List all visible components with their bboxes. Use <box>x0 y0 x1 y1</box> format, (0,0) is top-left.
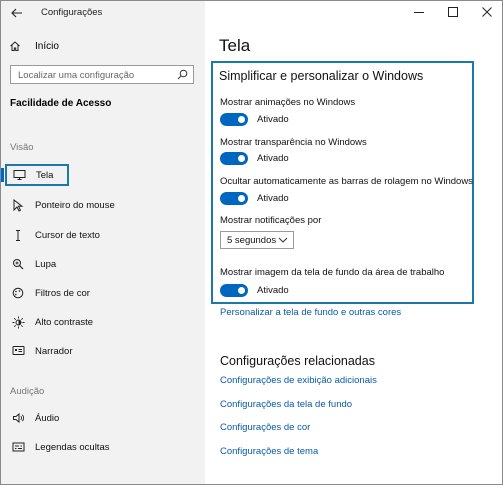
minimize-button[interactable] <box>402 1 436 23</box>
related-settings-title: Configurações relacionadas <box>220 354 375 368</box>
monitor-icon <box>11 167 27 183</box>
search-icon <box>177 69 188 80</box>
close-button[interactable] <box>470 1 502 23</box>
scrollbars-toggle[interactable] <box>220 192 248 205</box>
mouse-pointer-icon <box>10 197 26 213</box>
captions-icon <box>10 439 26 455</box>
section-title: Facilidade de Acesso <box>10 98 112 109</box>
related-link[interactable]: Configurações da tela de fundo <box>220 399 352 410</box>
sidebar-item-label: Tela <box>36 169 54 181</box>
scrollbars-toggle-row: Ativado <box>220 192 289 205</box>
sidebar-item-label: Áudio <box>35 412 60 424</box>
sidebar-item-cursor-de-texto[interactable]: Cursor de texto <box>4 224 200 246</box>
sidebar-item-lupa[interactable]: Lupa <box>4 253 200 275</box>
transparency-toggle-row: Ativado <box>220 152 289 165</box>
speaker-icon <box>10 410 26 426</box>
dropdown-value: 5 segundos <box>227 235 277 246</box>
option-label: Ocultar automaticamente as barras de rol… <box>220 176 473 187</box>
search-placeholder: Localizar uma configuração <box>18 70 135 81</box>
maximize-button[interactable] <box>436 1 470 23</box>
high-contrast-icon <box>10 314 26 330</box>
sidebar-item-label: Início <box>35 40 59 52</box>
window-controls <box>402 1 502 25</box>
chevron-down-icon <box>278 237 288 243</box>
back-arrow-icon <box>11 8 22 18</box>
sidebar-item-audio[interactable]: Áudio <box>4 407 200 429</box>
section-title: Simplificar e personalizar o Windows <box>219 69 424 83</box>
narrator-icon <box>10 343 26 359</box>
text-cursor-icon <box>10 227 26 243</box>
maximize-icon <box>448 7 458 17</box>
related-link[interactable]: Configurações de cor <box>220 422 310 433</box>
sidebar-item-home[interactable]: Início <box>9 37 59 55</box>
sidebar-item-label: Ponteiro do mouse <box>35 199 115 211</box>
notifications-label: Mostrar notificações por <box>220 215 322 226</box>
sidebar-item-label: Narrador <box>35 345 73 357</box>
settings-window: Configurações Início Localizar uma confi… <box>0 0 503 485</box>
sidebar-item-label: Legendas ocultas <box>35 441 110 453</box>
magnifier-icon <box>10 256 26 272</box>
option-label: Mostrar transparência no Windows <box>220 137 367 148</box>
search-input[interactable]: Localizar uma configuração <box>10 65 194 84</box>
main-content: Tela Simplificar e personalizar o Window… <box>205 1 502 484</box>
option-label: Mostrar animações no Windows <box>220 97 356 108</box>
personalize-link[interactable]: Personalizar a tela de fundo e outras co… <box>220 307 401 318</box>
sidebar-item-label: Lupa <box>35 258 57 270</box>
sidebar-item-label: Alto contraste <box>35 316 94 328</box>
group-label-vision: Visão <box>10 142 34 153</box>
sidebar-item-legendas-ocultas[interactable]: Legendas ocultas <box>4 436 200 458</box>
related-link[interactable]: Configurações de tema <box>220 446 318 457</box>
transparency-toggle[interactable] <box>220 152 248 165</box>
sidebar-item-narrador[interactable]: Narrador <box>4 340 200 362</box>
animations-toggle[interactable] <box>220 113 248 126</box>
group-label-hearing: Audição <box>10 386 45 397</box>
page-title: Tela <box>219 36 251 55</box>
background-toggle-row: Ativado <box>220 284 289 297</box>
sidebar-item-filtros-de-cor[interactable]: Filtros de cor <box>4 282 200 304</box>
title-bar: Configurações <box>1 1 205 25</box>
sidebar-item-label: Filtros de cor <box>35 287 90 299</box>
option-label: Mostrar imagem da tela de fundo da área … <box>220 267 445 278</box>
app-title: Configurações <box>41 7 103 18</box>
notifications-dropdown[interactable]: 5 segundos <box>220 231 294 249</box>
related-link[interactable]: Configurações de exibição adicionais <box>220 375 377 386</box>
home-icon <box>10 41 20 51</box>
toggle-state-label: Ativado <box>257 114 289 125</box>
sidebar-item-alto-contraste[interactable]: Alto contraste <box>4 311 200 333</box>
minimize-icon <box>414 12 424 13</box>
color-filter-icon <box>10 285 26 301</box>
sidebar-item-ponteiro-do-mouse[interactable]: Ponteiro do mouse <box>4 194 200 216</box>
toggle-state-label: Ativado <box>257 285 289 296</box>
back-button[interactable] <box>7 4 27 22</box>
toggle-state-label: Ativado <box>257 153 289 164</box>
close-icon <box>482 7 492 17</box>
background-toggle[interactable] <box>220 284 248 297</box>
sidebar: Configurações Início Localizar uma confi… <box>1 1 205 484</box>
sidebar-item-tela[interactable]: Tela <box>1 164 69 186</box>
sidebar-item-label: Cursor de texto <box>35 229 100 241</box>
animations-toggle-row: Ativado <box>220 113 289 126</box>
toggle-state-label: Ativado <box>257 193 289 204</box>
